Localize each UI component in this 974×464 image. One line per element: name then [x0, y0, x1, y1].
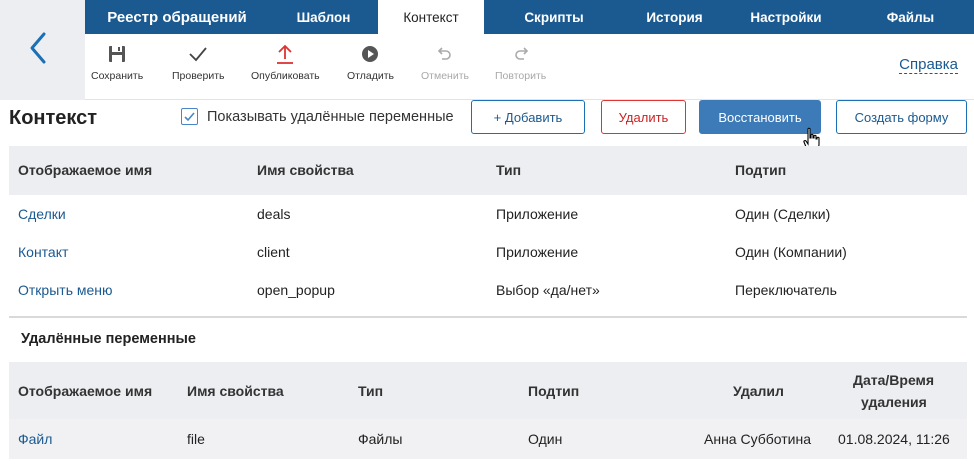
subtype: Переключатель	[735, 282, 837, 298]
checkmark-icon	[187, 42, 209, 66]
tab-settings[interactable]: Настройки	[725, 0, 847, 34]
tab-scripts[interactable]: Скрипты	[484, 0, 624, 34]
page-title: Контекст	[9, 107, 98, 129]
property-name: client	[257, 244, 290, 260]
column-header-line1[interactable]: Дата/Время	[853, 372, 934, 388]
deleted-table-header: Отображаемое имя Имя свойства Тип Подтип…	[9, 362, 967, 419]
column-header[interactable]: Отображаемое имя	[18, 383, 152, 399]
column-header[interactable]: Удалил	[733, 383, 784, 399]
column-header[interactable]: Отображаемое имя	[18, 162, 152, 178]
column-header-line2: удаления	[861, 394, 927, 410]
column-header[interactable]: Имя свойства	[187, 383, 284, 399]
column-header[interactable]: Тип	[496, 162, 521, 178]
debug-label: Отладить	[347, 70, 394, 82]
play-circle-icon	[360, 42, 380, 66]
display-name-link[interactable]: Файл	[18, 431, 52, 447]
redo-icon	[511, 42, 531, 66]
tab-bar: Реестр обращений Шаблон Контекст Скрипты…	[85, 0, 974, 34]
display-name-link[interactable]: Сделки	[18, 206, 66, 222]
show-deleted-checkbox[interactable]: Показывать удалённые переменные	[181, 108, 454, 125]
deletion-datetime: 01.08.2024, 11:26	[838, 431, 950, 447]
upload-icon	[274, 42, 296, 66]
help-link[interactable]: Справка	[899, 56, 958, 74]
property-name: deals	[257, 206, 291, 222]
deleted-by: Анна Субботина	[704, 431, 812, 447]
table-header: Отображаемое имя Имя свойства Тип Подтип	[9, 146, 967, 195]
redo-button[interactable]: Повторить	[495, 42, 546, 82]
column-header[interactable]: Подтип	[528, 383, 579, 399]
subtype: Один	[528, 431, 563, 447]
column-header[interactable]: Тип	[358, 383, 383, 399]
undo-button[interactable]: Отменить	[421, 42, 469, 82]
type: Выбор «да/нет»	[496, 282, 600, 298]
tab-history[interactable]: История	[624, 0, 725, 34]
table-row-highlight	[9, 419, 967, 459]
subtype: Один (Компании)	[735, 244, 847, 260]
column-header[interactable]: Подтип	[735, 162, 786, 178]
tab-context[interactable]: Контекст	[378, 0, 484, 34]
tab-registry[interactable]: Реестр обращений	[85, 0, 269, 34]
display-name-link[interactable]: Контакт	[18, 244, 68, 260]
add-button[interactable]: + Добавить	[471, 100, 585, 134]
undo-label: Отменить	[421, 70, 469, 82]
property-name: file	[187, 431, 205, 447]
tab-template[interactable]: Шаблон	[269, 0, 378, 34]
back-arrow-icon[interactable]	[20, 28, 60, 68]
debug-button[interactable]: Отладить	[347, 42, 394, 82]
property-name: open_popup	[257, 282, 335, 298]
type: Приложение	[496, 206, 579, 222]
subtype: Один (Сделки)	[735, 206, 831, 222]
deleted-section-title: Удалённые переменные	[21, 331, 196, 347]
type: Файлы	[358, 431, 403, 447]
delete-button[interactable]: Удалить	[601, 100, 686, 134]
undo-icon	[435, 42, 455, 66]
publish-button[interactable]: Опубликовать	[251, 42, 320, 82]
create-form-button[interactable]: Создать форму	[836, 100, 967, 134]
check-label: Проверить	[172, 70, 225, 82]
top-bar: Реестр обращений Шаблон Контекст Скрипты…	[0, 0, 974, 100]
section-divider	[9, 316, 967, 318]
tab-files[interactable]: Файлы	[847, 0, 974, 34]
redo-label: Повторить	[495, 70, 547, 82]
show-deleted-label: Показывать удалённые переменные	[207, 108, 454, 125]
save-icon	[107, 42, 127, 66]
check-button[interactable]: Проверить	[172, 42, 225, 82]
toolbar: Сохранить Проверить Опубликовать Отладит…	[85, 34, 974, 100]
checkbox-checked-icon[interactable]	[181, 108, 198, 125]
column-header[interactable]: Имя свойства	[257, 162, 354, 178]
display-name-link[interactable]: Открыть меню	[18, 282, 113, 298]
type: Приложение	[496, 244, 579, 260]
save-label: Сохранить	[91, 70, 144, 82]
publish-label: Опубликовать	[251, 70, 320, 82]
save-button[interactable]: Сохранить	[91, 42, 143, 82]
